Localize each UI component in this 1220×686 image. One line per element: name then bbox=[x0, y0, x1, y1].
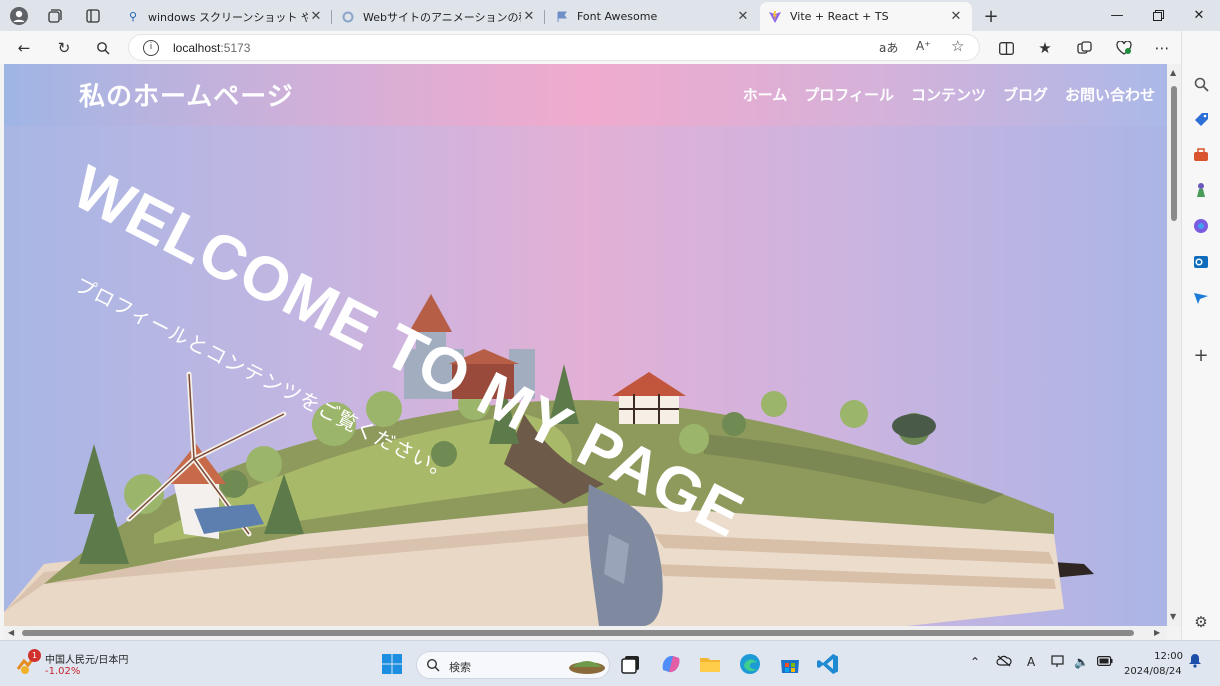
vite-icon bbox=[768, 10, 782, 24]
nav-home[interactable]: ホーム bbox=[743, 84, 788, 105]
volume-icon[interactable]: 🔈 bbox=[1074, 655, 1089, 669]
profile-icon[interactable] bbox=[8, 5, 30, 27]
taskbar-search[interactable]: 検索 bbox=[416, 651, 610, 679]
tab-title: Font Awesome bbox=[577, 10, 658, 23]
nav-blog[interactable]: ブログ bbox=[1003, 84, 1048, 105]
close-icon[interactable]: ✕ bbox=[521, 9, 537, 24]
new-tab-icon[interactable]: + bbox=[980, 5, 1002, 27]
favorite-star-icon[interactable]: ☆ bbox=[951, 37, 964, 55]
network-icon[interactable] bbox=[1051, 655, 1066, 671]
close-icon[interactable]: ✕ bbox=[735, 9, 751, 24]
search-placeholder: 検索 bbox=[449, 661, 471, 674]
site-logo[interactable]: 私のホームページ bbox=[79, 76, 294, 113]
close-icon[interactable]: ✕ bbox=[948, 9, 964, 24]
refresh-icon[interactable]: ↻ bbox=[52, 36, 76, 60]
restore-button[interactable] bbox=[1137, 0, 1179, 31]
clock-date[interactable]: 2024/08/24 bbox=[1124, 666, 1182, 677]
horizontal-scroll-thumb[interactable] bbox=[22, 630, 1134, 636]
scroll-down-icon[interactable]: ▼ bbox=[1170, 612, 1176, 621]
scroll-right-icon[interactable]: ▶ bbox=[1154, 628, 1160, 637]
copilot-app-icon[interactable] bbox=[659, 652, 683, 676]
read-aloud-icon[interactable]: A⁺ bbox=[916, 39, 931, 53]
microsoft-store-icon[interactable] bbox=[778, 652, 802, 676]
split-screen-icon[interactable] bbox=[994, 36, 1018, 60]
close-window-button[interactable]: ✕ bbox=[1178, 0, 1220, 31]
browser-essentials-icon[interactable] bbox=[1112, 36, 1136, 60]
edge-browser-icon[interactable] bbox=[738, 652, 762, 676]
nav-profile[interactable]: プロフィール bbox=[804, 84, 894, 105]
search-highlight-icon bbox=[569, 661, 605, 674]
send-icon[interactable] bbox=[1190, 287, 1212, 309]
windows-start-icon[interactable] bbox=[380, 652, 404, 676]
read-aloud-language-icon[interactable]: aあ bbox=[879, 39, 898, 56]
task-view-icon[interactable] bbox=[619, 652, 643, 676]
more-menu-icon[interactable]: ⋯ bbox=[1150, 36, 1174, 60]
input-method-icon[interactable]: A bbox=[1027, 655, 1035, 669]
ticker-change: -1.02% bbox=[45, 666, 81, 677]
scroll-left-icon[interactable]: ◀ bbox=[8, 628, 14, 637]
vertical-scroll-thumb[interactable] bbox=[1171, 86, 1177, 221]
vertical-tabs-icon[interactable] bbox=[82, 5, 104, 27]
clock-time[interactable]: 12:00 bbox=[1147, 651, 1183, 662]
ticker-name[interactable]: 中国人民元/日本円 bbox=[45, 651, 128, 666]
site-nav: ホーム プロフィール コンテンツ ブログ お問い合わせ bbox=[743, 84, 1155, 105]
file-explorer-icon[interactable] bbox=[698, 652, 722, 676]
info-icon[interactable]: i bbox=[143, 40, 159, 56]
horizontal-scrollbar[interactable]: ◀ ▶ bbox=[4, 626, 1167, 640]
shopping-tag-icon[interactable] bbox=[1190, 108, 1212, 130]
minimize-button[interactable]: — bbox=[1096, 0, 1138, 31]
tab-title: windows スクリーンショット やり方 - 検 bbox=[148, 10, 308, 24]
vertical-scrollbar[interactable]: ▲ ▼ bbox=[1167, 64, 1181, 626]
url-text: localhost:5173 bbox=[173, 41, 251, 55]
flag-icon bbox=[555, 10, 569, 24]
tools-icon[interactable] bbox=[1190, 144, 1212, 166]
games-icon[interactable] bbox=[1190, 179, 1212, 201]
add-icon[interactable]: + bbox=[1190, 344, 1212, 366]
page-viewport: 私のホームページ ホーム プロフィール コンテンツ ブログ お問い合わせ WEL… bbox=[4, 64, 1167, 626]
scroll-up-icon[interactable]: ▲ bbox=[1170, 68, 1176, 77]
settings-gear-icon[interactable]: ⚙ bbox=[1190, 611, 1212, 633]
microsoft-365-icon[interactable] bbox=[1190, 215, 1212, 237]
search-icon[interactable] bbox=[91, 36, 115, 60]
loading-icon bbox=[341, 10, 355, 24]
search-icon[interactable] bbox=[1190, 73, 1212, 95]
tab-font-awesome[interactable]: Font Awesome ✕ bbox=[547, 2, 759, 31]
search-icon: ⚲ bbox=[128, 10, 138, 23]
show-hidden-icons-icon[interactable]: ⌃ bbox=[970, 655, 980, 669]
battery-icon[interactable] bbox=[1097, 655, 1113, 669]
tab-title: Webサイトのアニメーションの種類と効 bbox=[363, 10, 521, 24]
vscode-icon[interactable] bbox=[816, 652, 840, 676]
favorites-icon[interactable]: ★ bbox=[1033, 36, 1057, 60]
browser-toolbar: ← ↻ i localhost:5173 aあ A⁺ ☆ ★ ⋯ bbox=[0, 31, 1220, 64]
address-bar[interactable]: i localhost:5173 aあ A⁺ ☆ bbox=[128, 34, 980, 61]
tab-strip: ⚲ windows スクリーンショット やり方 - 検 ✕ Webサイトのアニメ… bbox=[0, 0, 1220, 31]
tab-title: Vite + React + TS bbox=[790, 10, 889, 23]
collections-icon[interactable] bbox=[1072, 36, 1096, 60]
workspaces-icon[interactable] bbox=[44, 5, 66, 27]
onedrive-off-icon[interactable] bbox=[996, 655, 1012, 670]
back-icon[interactable]: ← bbox=[12, 36, 36, 60]
nav-contents[interactable]: コンテンツ bbox=[911, 84, 986, 105]
tab-vite[interactable]: Vite + React + TS ✕ bbox=[760, 2, 972, 31]
notification-badge: 1 bbox=[28, 649, 41, 662]
close-icon[interactable]: ✕ bbox=[308, 9, 324, 24]
edge-sidebar: + ⚙ bbox=[1181, 31, 1220, 640]
tab-search[interactable]: ⚲ windows スクリーンショット やり方 - 検 ✕ bbox=[118, 2, 332, 31]
tab-animation-article[interactable]: Webサイトのアニメーションの種類と効 ✕ bbox=[333, 2, 545, 31]
search-icon bbox=[426, 658, 440, 676]
nav-contact[interactable]: お問い合わせ bbox=[1065, 84, 1155, 105]
notification-bell-icon[interactable] bbox=[1188, 653, 1202, 671]
outlook-icon[interactable] bbox=[1190, 251, 1212, 273]
windows-taskbar: 1 中国人民元/日本円 -1.02% 検索 ⌃ A 🔈 12:00 2024/0… bbox=[0, 640, 1220, 686]
